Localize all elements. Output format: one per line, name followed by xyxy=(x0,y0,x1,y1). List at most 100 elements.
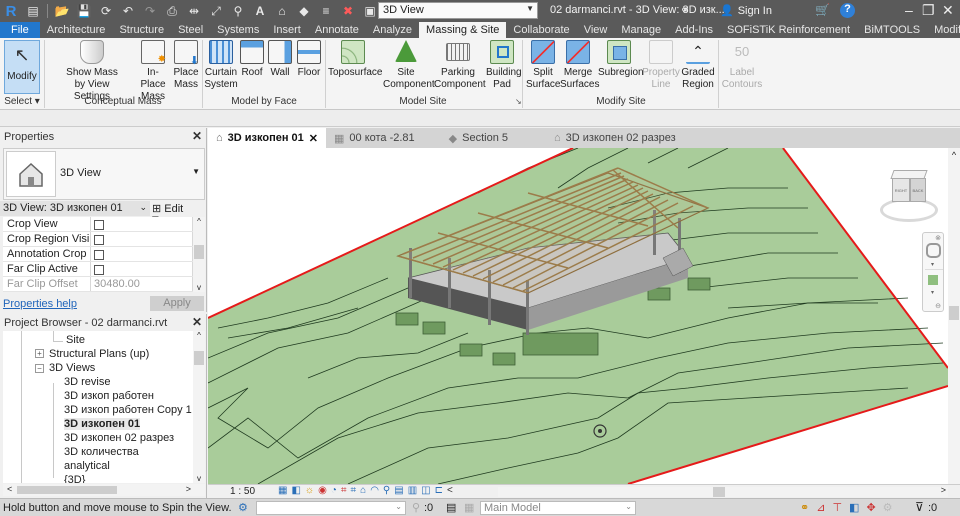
view-tab-section-5[interactable]: ◆ Section 5 xyxy=(441,128,516,148)
tree-item-3d-view[interactable]: 3D revise xyxy=(64,376,110,388)
default-3d-view-icon[interactable]: ⌂ xyxy=(273,3,291,19)
editable-only-icon[interactable]: ⚲ xyxy=(412,501,420,514)
binoculars-icon[interactable]: ⚭ xyxy=(680,3,690,17)
select-pinned-icon[interactable]: ⊤ xyxy=(832,501,842,514)
scroll-down-icon[interactable]: v xyxy=(193,283,205,292)
reveal-hidden-icon[interactable]: ⚲ xyxy=(383,485,390,496)
section-icon[interactable]: ◆ xyxy=(295,3,313,19)
scroll-left-icon[interactable]: < xyxy=(7,484,12,494)
scroll-thumb[interactable] xyxy=(194,245,204,259)
thin-lines-icon[interactable]: ≡ xyxy=(317,3,335,19)
chevron-down-icon[interactable]: ▾ xyxy=(931,289,934,296)
tab-architecture[interactable]: Architecture xyxy=(40,22,113,38)
browser-horizontal-scrollbar[interactable]: < > xyxy=(3,484,205,496)
switch-windows-icon[interactable]: ▣ xyxy=(361,3,379,19)
collapse-icon[interactable]: − xyxy=(35,364,44,373)
toposurface-button[interactable]: Toposurface xyxy=(328,40,382,79)
hide-analytical-model-icon[interactable]: ◫ xyxy=(421,485,430,496)
open-icon[interactable]: 📂 xyxy=(53,3,71,19)
nav-bar-options-icon[interactable]: ⊖ xyxy=(935,302,941,310)
tree-item-3d-view[interactable]: {3D} xyxy=(64,474,85,483)
zoom-region-icon[interactable] xyxy=(928,275,938,285)
view-horizontal-scrollbar[interactable]: > xyxy=(498,485,948,497)
graded-region-button[interactable]: ⌃ Graded Region xyxy=(680,40,716,91)
redo-icon[interactable]: ↷ xyxy=(141,3,159,19)
browser-vertical-scrollbar[interactable]: ^ v xyxy=(193,331,205,483)
instance-filter-combo[interactable]: 3D View: 3D изкопен 01 ⌄ xyxy=(0,201,150,216)
tree-item-3d-view[interactable]: 3D изкопен 02 разрез xyxy=(64,432,174,444)
split-surface-button[interactable]: Split Surface xyxy=(526,40,560,91)
scroll-left-icon[interactable]: < xyxy=(447,485,453,496)
tab-manage[interactable]: Manage xyxy=(614,22,668,38)
tree-item-3d-view[interactable]: analytical xyxy=(64,460,110,472)
expand-icon[interactable]: + xyxy=(35,349,44,358)
worksets-icon[interactable]: ⚙ xyxy=(238,501,248,514)
floor-by-face-button[interactable]: Floor xyxy=(296,40,322,79)
curtain-system-button[interactable]: Curtain System xyxy=(204,40,238,91)
viewcube-face-top[interactable] xyxy=(890,170,928,179)
select-links-icon[interactable]: ⚭ xyxy=(800,501,809,514)
tab-collaborate[interactable]: Collaborate xyxy=(506,22,576,38)
properties-scrollbar[interactable]: ^ v xyxy=(193,217,205,292)
tree-item-structural-plans[interactable]: Structural Plans (up) xyxy=(49,348,149,360)
visual-style-icon[interactable]: ◧ xyxy=(291,485,300,496)
show-rendering-icon[interactable]: ◔ xyxy=(331,485,337,496)
measure-icon[interactable]: ⇹ xyxy=(185,3,203,19)
apply-button[interactable]: Apply xyxy=(150,296,204,311)
save-icon[interactable]: 💾 xyxy=(75,3,93,19)
tab-sofistik-reinforcement[interactable]: SOFiSTiK Reinforcement xyxy=(720,22,857,38)
close-icon[interactable]: ✕ xyxy=(309,132,318,145)
show-mass-button[interactable]: Show Mass by View Settings xyxy=(56,40,128,103)
revit-logo-icon[interactable]: R xyxy=(2,3,20,20)
sign-in-button[interactable]: 👤 Sign In xyxy=(720,4,772,18)
tab-insert[interactable]: Insert xyxy=(266,22,308,38)
shadows-icon[interactable]: ◉ xyxy=(318,485,327,496)
close-nav-bar-icon[interactable]: ⊗ xyxy=(935,234,941,242)
workset-combo[interactable]: ⌄ xyxy=(256,501,406,515)
show-crop-region-icon[interactable]: ⌗ xyxy=(351,485,357,496)
crop-region-visible-checkbox[interactable] xyxy=(94,235,104,245)
tab-view[interactable]: View xyxy=(577,22,615,38)
3d-view-canvas[interactable]: RIGHT BACK ⊗ ▾ ▾ ⊖ xyxy=(208,148,948,484)
scroll-up-icon[interactable]: ^ xyxy=(193,217,205,226)
steering-wheel-icon[interactable] xyxy=(926,243,941,258)
cart-icon[interactable]: 🛒 xyxy=(815,3,830,17)
crop-view-checkbox[interactable] xyxy=(94,220,104,230)
viewcube-face-back[interactable]: BACK xyxy=(910,178,926,202)
tree-item-3d-views[interactable]: 3D Views xyxy=(49,362,95,374)
view-vertical-scrollbar[interactable]: ^ xyxy=(948,148,960,484)
dimension-icon[interactable]: ⤢ xyxy=(207,3,225,19)
info-center-icon[interactable]: ▤ xyxy=(24,3,42,19)
far-clip-active-checkbox[interactable] xyxy=(94,265,104,275)
view-tab-3d-izkopen-02[interactable]: ⌂ 3D изкопен 02 разрез xyxy=(546,128,684,148)
wall-by-face-button[interactable]: Wall xyxy=(268,40,292,79)
filter-icon[interactable]: ⊽ xyxy=(915,500,924,514)
tab-steel[interactable]: Steel xyxy=(171,22,210,38)
scroll-thumb[interactable] xyxy=(194,351,204,365)
viewcube[interactable]: RIGHT BACK xyxy=(878,170,942,224)
temporary-hide-icon[interactable]: ◠ xyxy=(370,485,379,496)
scroll-thumb[interactable] xyxy=(713,487,725,497)
crop-view-icon[interactable]: ⌗ xyxy=(341,485,347,496)
close-icon[interactable]: ✕ xyxy=(192,315,202,329)
minimize-button[interactable]: – xyxy=(905,2,913,18)
parking-component-button[interactable]: Parking Component xyxy=(434,40,486,91)
subregion-button[interactable]: Subregion xyxy=(598,40,644,79)
select-by-face-icon[interactable]: ◧ xyxy=(849,501,859,514)
sun-path-icon[interactable]: ☼ xyxy=(305,485,314,496)
tree-item-site[interactable]: Site xyxy=(66,334,85,346)
tab-analyze[interactable]: Analyze xyxy=(366,22,419,38)
sync-icon[interactable]: ⟳ xyxy=(97,3,115,19)
tree-item-3d-view-active[interactable]: 3D изкопен 01 xyxy=(64,418,141,430)
annotation-crop-checkbox[interactable] xyxy=(94,250,104,260)
tab-annotate[interactable]: Annotate xyxy=(308,22,366,38)
scroll-right-icon[interactable]: > xyxy=(941,485,946,495)
tree-item-3d-view[interactable]: 3D количества xyxy=(64,446,139,458)
scroll-right-icon[interactable]: > xyxy=(186,484,191,494)
active-only-icon[interactable]: ▦ xyxy=(464,501,474,514)
close-button[interactable]: ✕ xyxy=(942,2,954,19)
properties-help-link[interactable]: Properties help xyxy=(3,298,77,310)
select-underlay-icon[interactable]: ⊿ xyxy=(816,501,825,514)
print-icon[interactable]: ⎙ xyxy=(163,3,181,19)
place-mass-button[interactable]: ⬇ Place Mass xyxy=(172,40,200,91)
